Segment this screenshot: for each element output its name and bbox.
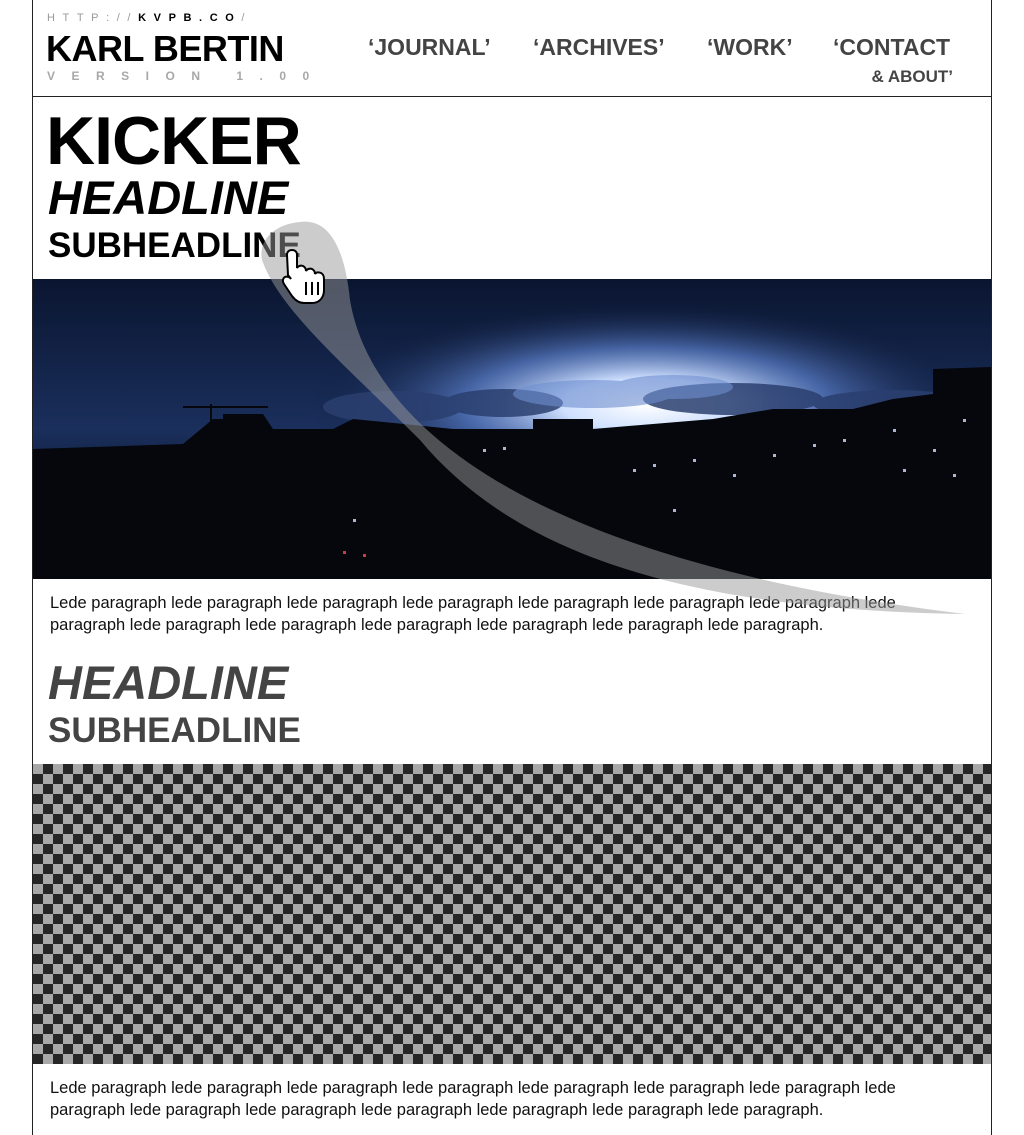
image-placeholder-checkerboard[interactable] bbox=[33, 764, 991, 1064]
subheadline-1: SUBHEADLINE bbox=[48, 226, 301, 265]
headline-1[interactable]: HEADLINE bbox=[48, 170, 288, 225]
night-skyline-illustration bbox=[33, 279, 991, 579]
site-url[interactable]: HTTP://KVPB.CO/ bbox=[47, 12, 252, 24]
nav-archives[interactable]: ‘ARCHIVES’ bbox=[533, 34, 665, 61]
site-header: HTTP://KVPB.CO/ KARL BERTIN VERSION 1.00… bbox=[33, 0, 991, 97]
page-frame: HTTP://KVPB.CO/ KARL BERTIN VERSION 1.00… bbox=[32, 0, 992, 1135]
site-url-suffix: / bbox=[241, 12, 253, 24]
nav-contact-about[interactable]: & ABOUT’ bbox=[871, 67, 953, 87]
nav-work[interactable]: ‘WORK’ bbox=[707, 34, 793, 61]
site-url-prefix: HTTP:// bbox=[47, 12, 139, 24]
kicker: KICKER bbox=[46, 103, 302, 179]
lede-paragraph-2: Lede paragraph lede paragraph lede parag… bbox=[50, 1079, 896, 1119]
subheadline-2: SUBHEADLINE bbox=[48, 711, 301, 750]
site-title[interactable]: KARL BERTIN bbox=[46, 28, 284, 70]
site-version: VERSION 1.00 bbox=[47, 69, 326, 83]
nav-journal[interactable]: ‘JOURNAL’ bbox=[368, 34, 491, 61]
lede-paragraph-1: Lede paragraph lede paragraph lede parag… bbox=[50, 594, 896, 634]
site-url-domain: KVPB.CO bbox=[138, 12, 242, 24]
headline-2[interactable]: HEADLINE bbox=[48, 655, 288, 710]
nav-contact[interactable]: ‘CONTACT bbox=[833, 34, 950, 61]
hero-image-night-skyline[interactable] bbox=[33, 279, 991, 579]
